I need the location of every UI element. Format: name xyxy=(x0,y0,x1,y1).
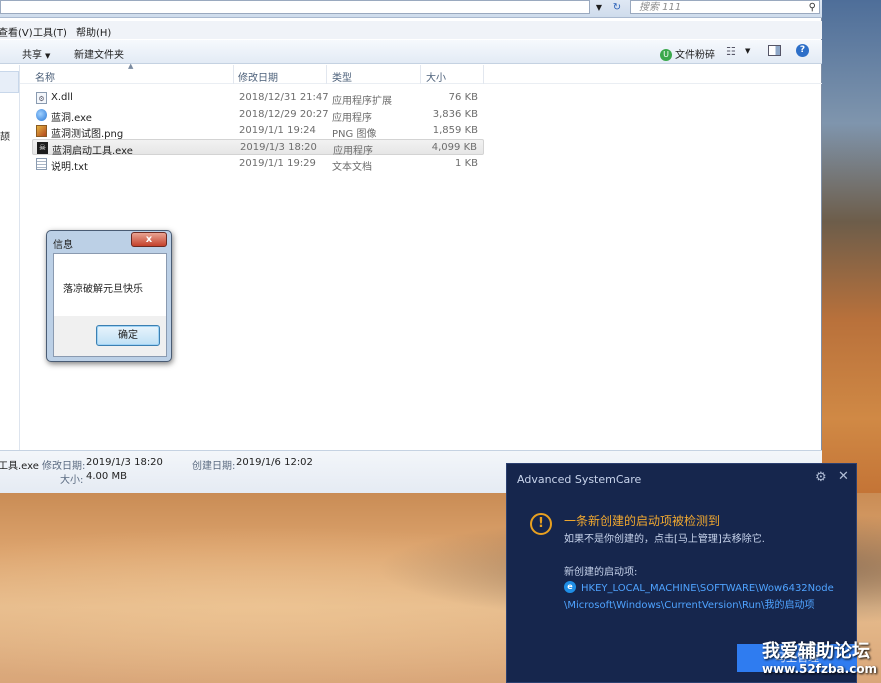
refresh-icon[interactable]: ↻ xyxy=(608,1,626,14)
share-button[interactable]: 共享 ▼ xyxy=(22,46,50,61)
address-dropdown-icon[interactable]: ▼ xyxy=(592,1,606,14)
file-name: 说明.txt xyxy=(51,162,88,173)
file-shredder-button[interactable]: U 文件粉碎 xyxy=(660,46,715,61)
close-icon[interactable]: ✕ xyxy=(838,469,849,484)
file-size: 1,859 KB xyxy=(432,125,478,136)
file-name: 蓝洞启动工具.exe xyxy=(52,146,133,157)
view-options-icon[interactable]: ☷ xyxy=(726,45,736,58)
file-name: 蓝洞测试图.png xyxy=(51,129,124,140)
share-label: 共享 xyxy=(22,50,42,61)
shredder-label: 文件粉碎 xyxy=(675,50,715,61)
menu-tools[interactable]: 工具(T) xyxy=(33,24,67,39)
exe-file-icon xyxy=(36,109,47,121)
dialog-title: 信息 xyxy=(53,240,73,251)
file-name: 蓝洞.exe xyxy=(51,113,92,124)
dialog-message-area: 落凉破解元旦快乐 xyxy=(54,254,166,316)
exe-file-icon: ☠ xyxy=(37,142,48,154)
startup-item-label: 新创建的启动项: xyxy=(564,567,638,578)
column-header-row: ▲ 名称 修改日期 类型 大小 xyxy=(20,62,822,84)
menu-view[interactable]: 查看(V) xyxy=(0,24,33,39)
warning-icon: ! xyxy=(530,513,552,535)
preview-pane-icon[interactable] xyxy=(768,45,781,56)
text-file-icon xyxy=(36,158,47,170)
column-divider[interactable] xyxy=(483,65,484,84)
file-name: X.dll xyxy=(51,92,73,103)
help-icon[interactable]: ? xyxy=(796,44,809,57)
file-type: PNG 图像 xyxy=(332,129,377,140)
search-placeholder: 搜索 111 xyxy=(639,2,682,13)
file-row[interactable]: 蓝洞测试图.png 2019/1/1 19:24 PNG 图像 1,859 KB xyxy=(32,123,484,140)
new-folder-button[interactable]: 新建文件夹 xyxy=(74,46,124,61)
file-size: 1 KB xyxy=(455,158,478,169)
column-date[interactable]: 修改日期 xyxy=(238,69,278,84)
close-button[interactable]: x xyxy=(131,232,167,247)
navigation-pane: 颉 xyxy=(0,65,20,450)
notification-subtext: 如果不是你创建的，点击[马上管理]去移除它. xyxy=(564,534,765,545)
notification-heading: 一条新创建的启动项被检测到 xyxy=(564,514,721,528)
wallpaper-right-strip xyxy=(822,0,881,493)
gear-icon[interactable]: ⚙ xyxy=(815,470,827,485)
dll-file-icon: ⚙ xyxy=(36,92,47,104)
file-row-selected[interactable]: ☠ 蓝洞启动工具.exe 2019/1/3 18:20 应用程序 4,099 K… xyxy=(32,139,484,157)
file-type: 应用程序扩展 xyxy=(332,96,392,107)
details-filename: 工具.exe xyxy=(0,461,39,472)
notification-title: Advanced SystemCare xyxy=(517,473,642,486)
details-size-label: 大小: xyxy=(60,475,84,486)
file-row[interactable]: ⚙ X.dll 2018/12/31 21:47 应用程序扩展 76 KB xyxy=(32,90,484,107)
file-size: 4,099 KB xyxy=(431,142,477,153)
shredder-icon: U xyxy=(660,49,672,61)
nav-item-fragment[interactable]: 颉 xyxy=(0,128,10,143)
details-created-value: 2019/1/6 12:02 xyxy=(236,457,313,468)
column-type[interactable]: 类型 xyxy=(332,69,352,84)
command-bar: 共享 ▼ 新建文件夹 U 文件粉碎 ☷ ▼ ? xyxy=(0,40,822,64)
nav-selected-item[interactable] xyxy=(0,71,19,93)
column-divider[interactable] xyxy=(233,65,234,84)
file-date: 2018/12/31 21:47 xyxy=(239,92,329,103)
file-date: 2019/1/1 19:24 xyxy=(239,125,316,136)
details-modified-label: 修改日期: xyxy=(42,461,86,472)
dialog-body: 落凉破解元旦快乐 确定 xyxy=(53,253,167,357)
column-divider[interactable] xyxy=(420,65,421,84)
column-name[interactable]: 名称 xyxy=(35,69,55,84)
address-field[interactable] xyxy=(0,0,590,14)
file-type: 应用程序 xyxy=(332,113,372,124)
file-size: 3,836 KB xyxy=(432,109,478,120)
column-size[interactable]: 大小 xyxy=(426,69,446,84)
file-date: 2019/1/1 19:29 xyxy=(239,158,316,169)
search-input[interactable]: 搜索 111 ⚲ xyxy=(630,0,820,14)
file-date: 2018/12/29 20:27 xyxy=(239,109,329,120)
file-size: 76 KB xyxy=(448,92,478,103)
message-dialog: 信息 x 落凉破解元旦快乐 确定 xyxy=(46,230,172,362)
chevron-down-icon: ▼ xyxy=(45,52,51,60)
details-size-value: 4.00 MB xyxy=(86,471,127,482)
address-bar: ▼ ↻ 搜索 111 ⚲ xyxy=(0,0,822,18)
watermark-url: www.52fzba.com xyxy=(762,662,878,676)
ok-button[interactable]: 确定 xyxy=(96,325,160,346)
file-type: 文本文档 xyxy=(332,162,372,173)
column-divider[interactable] xyxy=(326,65,327,84)
file-type: 应用程序 xyxy=(333,146,373,157)
file-row[interactable]: 说明.txt 2019/1/1 19:29 文本文档 1 KB xyxy=(32,156,484,173)
chevron-down-icon[interactable]: ▼ xyxy=(745,47,750,55)
image-file-icon xyxy=(36,125,47,137)
sort-ascending-icon: ▲ xyxy=(128,62,134,70)
menu-help[interactable]: 帮助(H) xyxy=(76,24,111,39)
file-date: 2019/1/3 18:20 xyxy=(240,142,317,153)
menu-bar: 查看(V) 工具(T) 帮助(H) xyxy=(0,21,822,39)
search-icon[interactable]: ⚲ xyxy=(809,1,816,14)
file-row[interactable]: 蓝洞.exe 2018/12/29 20:27 应用程序 3,836 KB xyxy=(32,107,484,124)
dialog-message: 落凉破解元旦快乐 xyxy=(63,284,143,295)
watermark-title: 我爱辅助论坛 xyxy=(762,641,870,662)
details-modified-value: 2019/1/3 18:20 xyxy=(86,457,163,468)
registry-path: HKEY_LOCAL_MACHINE\SOFTWARE\Wow6432Node\… xyxy=(564,583,834,611)
details-created-label: 创建日期: xyxy=(192,461,236,472)
